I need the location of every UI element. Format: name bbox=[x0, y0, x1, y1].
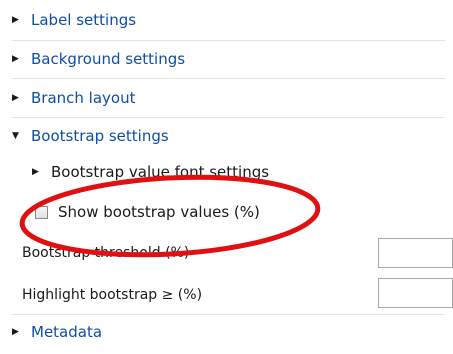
subsection-bootstrap-font-settings-label[interactable]: Bootstrap value font settings bbox=[51, 163, 269, 181]
section-label-settings[interactable]: ▶ Label settings bbox=[12, 9, 453, 31]
triangle-right-icon: ▶ bbox=[12, 15, 19, 25]
section-metadata-label[interactable]: Metadata bbox=[31, 323, 102, 341]
settings-panel: ▶ Label settings ▶ Background settings ▶… bbox=[0, 0, 453, 354]
divider bbox=[12, 40, 445, 41]
section-label-settings-label[interactable]: Label settings bbox=[31, 11, 136, 29]
highlight-bootstrap-input[interactable] bbox=[378, 278, 453, 308]
section-bootstrap-settings[interactable]: ▼ Bootstrap settings bbox=[12, 125, 453, 147]
divider bbox=[12, 314, 445, 315]
highlight-bootstrap-label: Highlight bootstrap ≥ (%) bbox=[22, 287, 203, 303]
triangle-right-icon: ▶ bbox=[12, 54, 19, 64]
triangle-right-icon: ▶ bbox=[32, 167, 39, 177]
divider bbox=[12, 78, 445, 79]
section-branch-layout[interactable]: ▶ Branch layout bbox=[12, 87, 453, 109]
show-bootstrap-values-row[interactable]: Show bootstrap values (%) bbox=[35, 201, 453, 223]
section-background-settings[interactable]: ▶ Background settings bbox=[12, 48, 453, 70]
section-bootstrap-settings-label[interactable]: Bootstrap settings bbox=[31, 127, 169, 145]
triangle-down-icon: ▼ bbox=[12, 131, 19, 141]
triangle-right-icon: ▶ bbox=[12, 327, 19, 337]
bootstrap-threshold-input[interactable] bbox=[378, 238, 453, 268]
show-bootstrap-values-label[interactable]: Show bootstrap values (%) bbox=[58, 203, 260, 221]
subsection-bootstrap-font-settings[interactable]: ▶ Bootstrap value font settings bbox=[32, 161, 453, 183]
section-branch-layout-label[interactable]: Branch layout bbox=[31, 89, 135, 107]
divider bbox=[12, 117, 445, 118]
triangle-right-icon: ▶ bbox=[12, 93, 19, 103]
bootstrap-threshold-label: Bootstrap threshold (%) bbox=[22, 245, 190, 261]
section-metadata[interactable]: ▶ Metadata bbox=[12, 321, 453, 343]
section-background-settings-label[interactable]: Background settings bbox=[31, 50, 185, 68]
show-bootstrap-values-checkbox[interactable] bbox=[35, 205, 48, 219]
